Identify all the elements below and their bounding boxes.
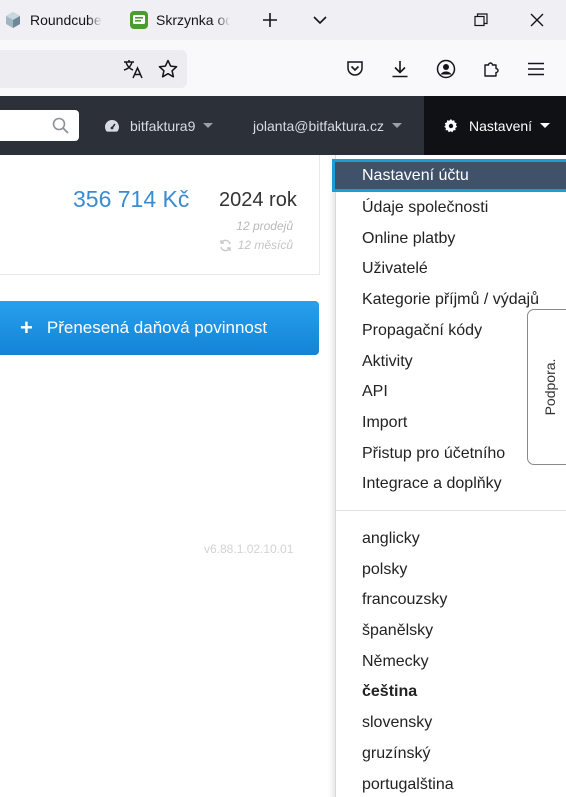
settings-menu[interactable]: Nastavení <box>424 96 566 155</box>
tab-title: Roundcube <box>30 12 102 28</box>
menu-item-activities[interactable]: Aktivity <box>362 350 413 374</box>
menu-item-integrations[interactable]: Integrace a doplňky <box>362 472 502 496</box>
menu-item-import[interactable]: Import <box>362 411 407 435</box>
pocket-icon[interactable] <box>341 55 369 83</box>
browser-tab-strip: Roundcube Skrzynka odbiorcza <box>0 0 566 40</box>
language-spanish[interactable]: španělsky <box>362 619 433 643</box>
mail-app-icon <box>130 11 148 29</box>
company-name: bitfaktura9 <box>130 117 196 134</box>
language-georgian[interactable]: gruzínský <box>362 742 430 766</box>
close-icon <box>530 13 544 27</box>
menu-item-users[interactable]: Uživatelé <box>362 257 428 281</box>
user-email: jolanta@bitfaktura.cz <box>253 117 384 134</box>
support-tab[interactable]: Podpora. <box>527 309 566 465</box>
chevron-down-icon <box>313 16 327 25</box>
menu-item-account-settings[interactable]: Nastavení účtu <box>332 159 566 192</box>
caret-down-icon <box>540 123 551 128</box>
period-months: 12 měsíců <box>237 238 293 252</box>
menu-item-api[interactable]: API <box>362 380 388 404</box>
settings-label: Nastavení <box>469 117 533 134</box>
stats-panel: 356 714 Kč 2024 rok 12 prodejů 12 měsíců <box>0 155 320 275</box>
settings-dropdown: Nastavení účtu Údaje společnosti Online … <box>332 155 566 797</box>
revenue-year: 2024 rok <box>219 189 297 211</box>
company-menu[interactable]: bitfaktura9 <box>104 96 214 155</box>
plus-icon <box>263 13 277 27</box>
new-tab-button[interactable] <box>256 6 284 34</box>
translate-icon[interactable] <box>119 55 147 83</box>
restore-window-button[interactable] <box>467 6 495 34</box>
search-icon[interactable] <box>52 117 69 134</box>
menu-item-categories[interactable]: Kategorie příjmů / výdajů <box>362 288 539 312</box>
extensions-icon[interactable] <box>477 55 505 83</box>
gear-icon <box>444 118 458 132</box>
app-version: v6.88.1.02.10.01 <box>204 542 294 556</box>
language-polish[interactable]: polsky <box>362 558 407 582</box>
menu-item-company-details[interactable]: Údaje společnosti <box>362 196 488 220</box>
language-portuguese[interactable]: portugalština <box>362 773 454 797</box>
language-german[interactable]: Německy <box>362 650 429 674</box>
support-label: Podpora. <box>541 358 558 416</box>
tab-title: Skrzynka odbiorcza <box>156 12 230 28</box>
tab-mailbox[interactable]: Skrzynka odbiorcza <box>130 6 230 34</box>
language-english[interactable]: anglicky <box>362 527 420 551</box>
transfer-tax-label: Přenesená daňová povinnost <box>46 318 268 337</box>
plus-icon: + <box>20 315 33 340</box>
menu-item-accountant-access[interactable]: Přistup pro účetního <box>362 442 505 466</box>
caret-down-icon <box>203 123 214 128</box>
user-menu[interactable]: jolanta@bitfaktura.cz <box>253 96 402 155</box>
refresh-icon <box>219 239 231 251</box>
transfer-tax-button[interactable]: + Přenesená daňová povinnost <box>0 301 319 355</box>
sales-count: 12 prodejů <box>236 219 293 233</box>
language-french[interactable]: francouzsky <box>362 588 447 612</box>
language-slovak[interactable]: slovensky <box>362 711 432 735</box>
search-input[interactable] <box>0 110 79 141</box>
app-navbar: bitfaktura9 jolanta@bitfaktura.cz Nastav… <box>0 96 566 155</box>
menu-icon[interactable] <box>522 55 550 83</box>
download-icon[interactable] <box>386 55 414 83</box>
period-info: 12 měsíců <box>219 238 293 252</box>
restore-icon <box>474 13 488 27</box>
tab-roundcube[interactable]: Roundcube <box>0 6 102 34</box>
menu-divider <box>336 510 566 511</box>
caret-down-icon <box>391 123 402 128</box>
roundcube-icon <box>6 12 20 28</box>
menu-item-promo-codes[interactable]: Propagační kódy <box>362 319 482 343</box>
dashboard-gauge-icon <box>105 119 119 132</box>
account-icon[interactable] <box>432 55 460 83</box>
list-tabs-button[interactable] <box>306 6 334 34</box>
revenue-amount: 356 714 Kč <box>73 186 190 212</box>
close-window-button[interactable] <box>523 6 551 34</box>
bookmark-star-icon[interactable] <box>154 55 182 83</box>
language-czech-current[interactable]: čeština <box>362 680 417 704</box>
menu-item-online-payments[interactable]: Online platby <box>362 227 455 251</box>
